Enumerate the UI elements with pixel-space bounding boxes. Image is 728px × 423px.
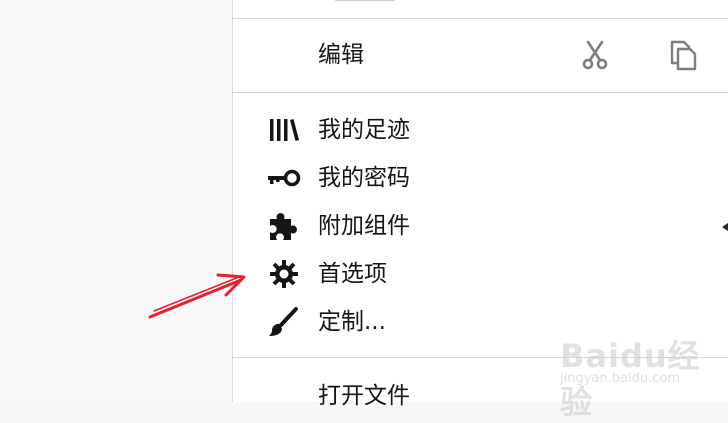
baidu-watermark: Baidu经验 jingyan.baidu.com [556,315,726,421]
scissors-icon [582,40,608,70]
key-icon [267,161,301,195]
puzzle-icon [267,209,301,243]
menu-separator [233,92,728,93]
menu-item-label: 打开文件 [318,382,410,409]
menu-item-passwords[interactable]: 我的密码 [233,156,728,200]
edit-row: 编辑 [233,33,728,77]
paintbrush-icon [267,305,301,339]
menu-item-preferences[interactable]: 首选项 [233,252,728,296]
menu-separator [233,18,728,19]
menu-item-library[interactable]: 我的足迹 [233,108,728,152]
top-divider-remnant [335,0,395,1]
edit-label: 编辑 [318,41,364,68]
menu-item-label: 定制... [318,308,386,335]
page-background [0,0,232,402]
cut-button[interactable] [575,35,615,75]
annotation-arrow [148,273,246,319]
gear-icon [267,257,301,291]
library-icon [267,113,301,147]
menu-item-label: 我的密码 [318,164,410,191]
menu-item-label: 首选项 [318,260,387,287]
menu-item-label: 附加组件 [318,212,410,239]
watermark-url: jingyan.baidu.com [560,371,680,386]
submenu-arrow-icon [722,223,728,231]
copy-button[interactable] [663,35,703,75]
menu-item-label: 我的足迹 [318,116,410,143]
menu-item-addons[interactable]: 附加组件 [233,204,728,248]
copy-icon [670,40,697,71]
